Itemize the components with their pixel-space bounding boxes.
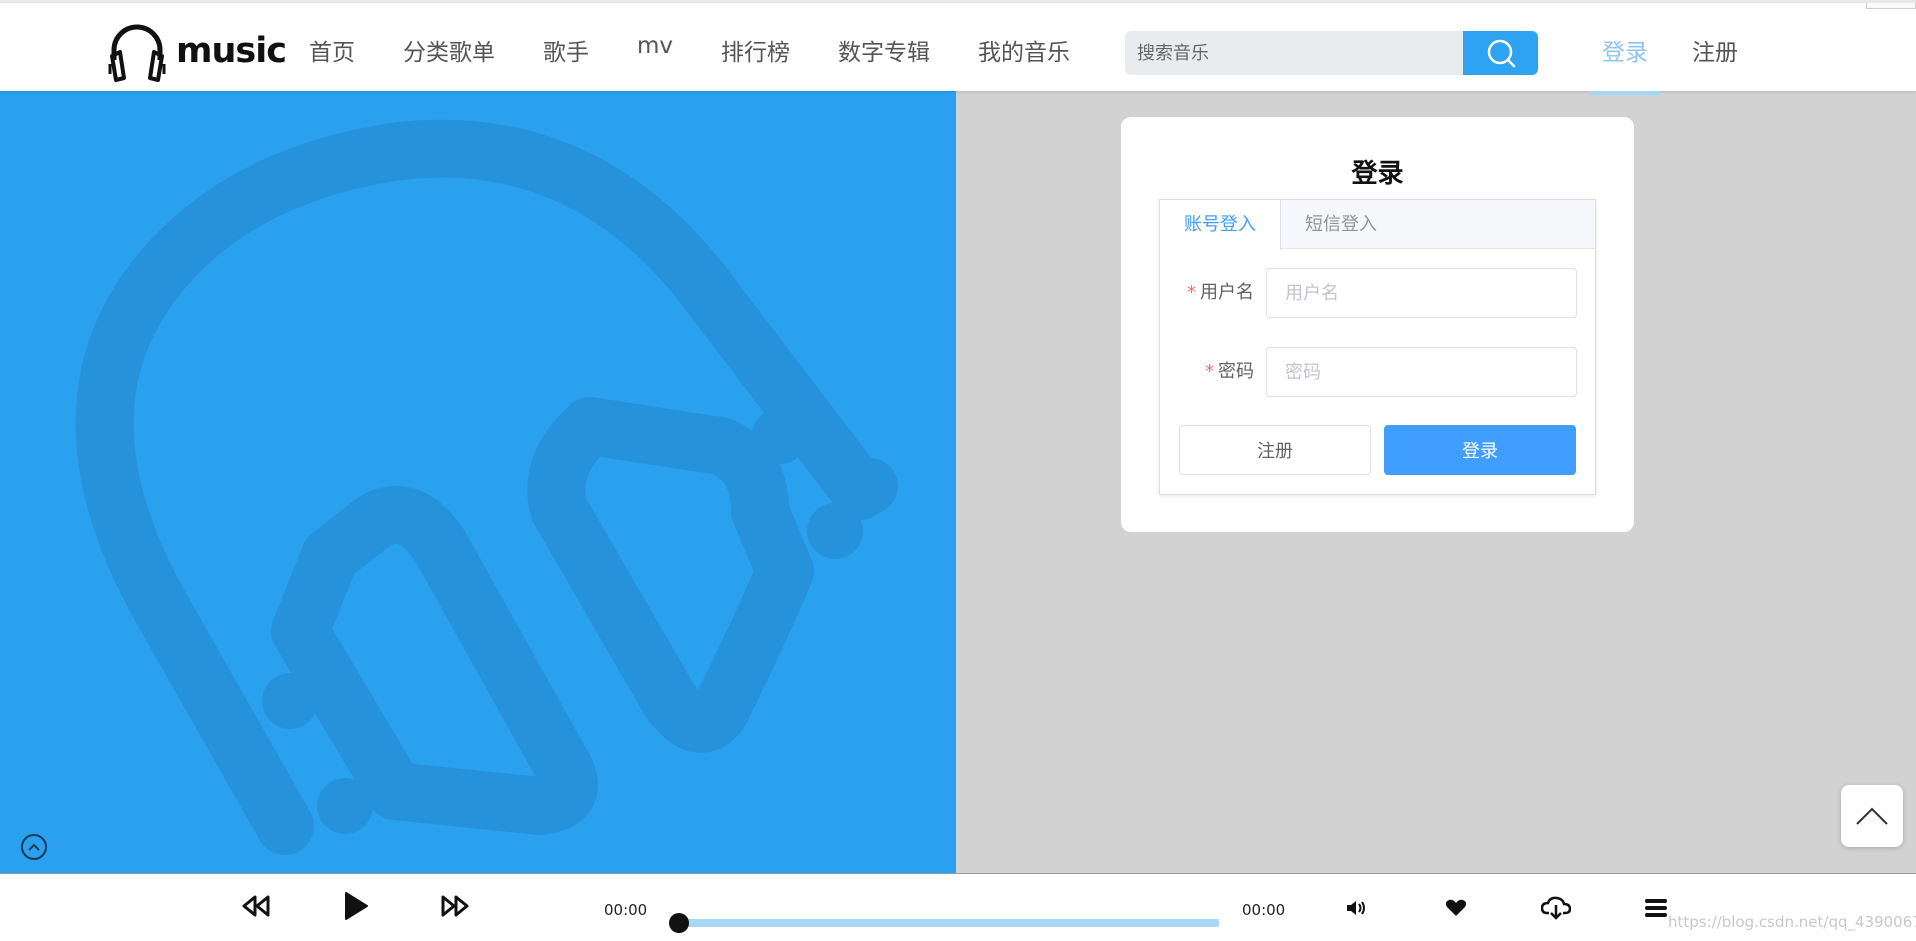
username-label: * 用户名 [1187,282,1254,303]
register-button[interactable]: 注册 [1179,425,1371,475]
password-input[interactable] [1266,347,1577,397]
auth-links: 登录 注册 [1580,33,1760,95]
play-icon [345,892,368,920]
nav-charts[interactable]: 排行榜 [721,33,790,67]
required-mark: * [1205,361,1214,382]
headphones-watermark-icon [75,119,898,855]
total-time: 00:00 [1242,901,1286,919]
nav-home[interactable]: 首页 [309,33,355,67]
header-login-link[interactable]: 登录 [1589,33,1661,95]
top-navbar: music 首页 分类歌单 歌手 mv 排行榜 数字专辑 我的音乐 登录 注册 [0,0,1916,95]
nav-singers[interactable]: 歌手 [543,33,589,67]
rewind-button[interactable] [241,894,271,918]
nav-mv[interactable]: mv [637,33,673,67]
download-button[interactable] [1541,896,1571,920]
play-button[interactable] [343,891,369,921]
playlist-icon [1645,899,1667,917]
search-icon [1487,39,1515,68]
search-bar [1125,31,1538,75]
chevron-up-icon [28,843,40,851]
tab-sms-login[interactable]: 短信登入 [1281,200,1401,249]
progress-thumb[interactable] [669,913,689,933]
chevron-up-icon [1856,807,1888,825]
volume-button[interactable] [1345,899,1367,917]
like-button[interactable] [1445,899,1467,917]
logo[interactable]: music [106,20,287,82]
search-input[interactable] [1125,31,1463,75]
back-to-top-button[interactable] [1841,785,1903,847]
header-register-link[interactable]: 注册 [1692,33,1738,67]
username-input[interactable] [1266,268,1577,318]
watermark-text: https://blog.csdn.net/qq_43900677 [1668,913,1916,931]
logo-text: music [176,31,287,71]
fast-forward-icon [441,895,469,917]
login-card: 登录 账号登入 短信登入 *用户名 *密码 注册 登录 [1121,117,1634,532]
playlist-button[interactable] [1643,897,1669,919]
tab-account-login[interactable]: 账号登入 [1160,200,1281,250]
nav-my-music[interactable]: 我的音乐 [978,33,1070,67]
required-mark: * [1187,282,1196,303]
progress-track[interactable] [669,913,1219,933]
current-time: 00:00 [604,901,648,919]
username-row: * 用户名 [1160,268,1597,318]
fast-forward-button[interactable] [440,894,470,918]
rewind-icon [242,895,270,917]
main-nav: 首页 分类歌单 歌手 mv 排行榜 数字专辑 我的音乐 [285,33,1094,67]
headphones-logo-icon [108,24,166,82]
login-form: 账号登入 短信登入 *用户名 *密码 注册 登录 [1159,199,1596,495]
password-row: * 密码 [1160,347,1597,397]
login-title: 登录 [1351,159,1404,189]
banner-panel [0,91,956,873]
password-label: * 密码 [1205,361,1254,382]
login-button[interactable]: 登录 [1384,425,1576,475]
nav-digital-albums[interactable]: 数字专辑 [838,33,930,67]
collapse-up-button[interactable] [21,834,47,860]
corner-mark [1866,3,1916,9]
heart-icon [1445,899,1467,916]
music-player: 00:00 00:00 [0,873,1916,941]
nav-playlists[interactable]: 分类歌单 [403,33,495,67]
search-button[interactable] [1463,31,1538,75]
login-tabs: 账号登入 短信登入 [1160,200,1595,250]
cloud-download-icon [1541,896,1571,920]
volume-icon [1347,901,1365,915]
